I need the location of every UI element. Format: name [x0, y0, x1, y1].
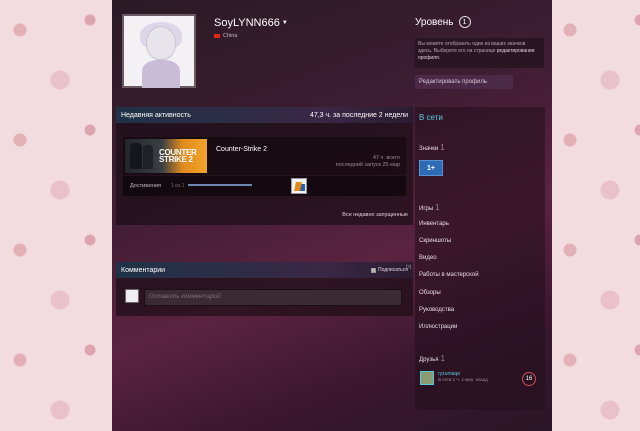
sidebar-item-friends[interactable]: Друзья 1: [419, 354, 445, 363]
all-recent-link[interactable]: Все недавно запущенные: [342, 212, 408, 218]
game-card: COUNTER STRIKE 2 Counter-Strike 2 47 ч. …: [123, 137, 406, 175]
friend-level-badge: 16: [522, 372, 536, 386]
comments-title: Комментарии: [121, 266, 166, 274]
subscribe-toggle[interactable]: ✓ Подписаться: [371, 267, 408, 273]
games-count: 1: [435, 203, 440, 212]
level-note-suffix: .: [438, 55, 441, 61]
sidebar-item-artwork[interactable]: Иллюстрации: [419, 324, 457, 330]
level-title: Уровень: [415, 16, 454, 28]
china-flag-icon: [214, 34, 220, 38]
location-text: China: [223, 33, 238, 39]
game-name-link[interactable]: Counter-Strike 2: [216, 146, 267, 153]
achievements-row: Достижения 1 из 1: [123, 176, 406, 196]
friend-avatar[interactable]: [420, 371, 434, 385]
username-text: SoyLYNN666: [214, 17, 280, 29]
friend-info: ryzumaqa В сети 1 ч. 1 мин. назад: [438, 371, 488, 385]
capsule-text-2: STRIKE 2: [159, 155, 193, 164]
comment-avatar: [125, 289, 139, 303]
capsule-logo-text: COUNTER STRIKE 2: [159, 149, 197, 164]
game-hours-total: 47 ч. всего: [372, 155, 400, 161]
level-note: Вы можете отобразить один из ваших значк…: [415, 38, 544, 68]
recent-activity-title: Недавняя активность: [121, 111, 191, 119]
avatar-body: [142, 60, 180, 88]
subscribe-label: Подписаться: [378, 267, 408, 273]
game-hours: 47 ч. всего последний запуск 25 мар: [336, 155, 400, 169]
sidebar-item-reviews[interactable]: Обзоры: [419, 290, 441, 296]
comments-panel: Комментарии ✓ Подписаться [?] Оставить к…: [116, 262, 413, 316]
achievements-label[interactable]: Достижения: [130, 183, 161, 189]
badges-label: Значки: [419, 146, 439, 152]
achievements-progress-bar: [188, 184, 252, 186]
game-last-played: последний запуск 25 мар: [335, 162, 400, 168]
badges-count: 1: [440, 143, 445, 152]
friend-status: В сети 1 ч. 1 мин. назад: [438, 377, 488, 382]
checkbox-icon[interactable]: ✓: [371, 267, 377, 273]
friend-entry[interactable]: ryzumaqa В сети 1 ч. 1 мин. назад: [420, 371, 488, 385]
sidebar-item-screenshots[interactable]: Скриншоты: [419, 238, 451, 244]
comment-input[interactable]: Оставить комментарий: [144, 289, 402, 306]
badge-icon[interactable]: 1+: [419, 160, 443, 176]
game-capsule-image[interactable]: COUNTER STRIKE 2: [125, 139, 207, 173]
sidebar-item-badges[interactable]: Значки 1: [419, 143, 445, 152]
sidebar-item-videos[interactable]: Видео: [419, 255, 437, 261]
achievements-count: 1 из 1: [171, 183, 185, 189]
avatar-face: [146, 26, 176, 60]
online-status: В сети: [419, 113, 443, 122]
friends-count: 1: [440, 354, 445, 363]
capsule-figure: [130, 143, 142, 169]
profile-location: China: [214, 33, 237, 39]
profile-avatar[interactable]: [122, 14, 196, 88]
recent-activity-header: Недавняя активность 47,3 ч. за последние…: [116, 107, 413, 123]
comments-header: Комментарии ✓ Подписаться: [116, 262, 413, 278]
sidebar-item-inventory[interactable]: Инвентарь: [419, 221, 449, 227]
achievement-icon[interactable]: [291, 178, 307, 194]
profile-page: SoyLYNN666 ▼ China Уровень 1 Вы можете от…: [112, 0, 552, 431]
recent-activity-hours: 47,3 ч. за последние 2 недели: [309, 111, 408, 119]
sidebar-item-workshop[interactable]: Работы в мастерской: [419, 272, 479, 278]
sidebar-item-guides[interactable]: Руководства: [419, 307, 454, 313]
friends-label: Друзья: [419, 357, 439, 363]
capsule-figure: [143, 145, 153, 169]
chevron-down-icon[interactable]: ▼: [282, 20, 288, 26]
games-label: Игры: [419, 206, 434, 212]
sidebar-item-games[interactable]: Игры 1: [419, 203, 440, 212]
profile-username[interactable]: SoyLYNN666 ▼: [214, 17, 288, 29]
edit-profile-button[interactable]: Редактировать профиль: [415, 75, 513, 89]
help-icon[interactable]: [?]: [406, 264, 411, 269]
recent-activity-panel: Недавняя активность 47,3 ч. за последние…: [116, 107, 413, 225]
level-badge: 1: [458, 16, 471, 28]
achievements-progress-fill: [188, 184, 252, 186]
level-section: Уровень 1: [415, 16, 471, 28]
profile-sidebar: В сети Значки 1 1+ Игры 1 Инвентарь Скринш…: [415, 107, 545, 410]
